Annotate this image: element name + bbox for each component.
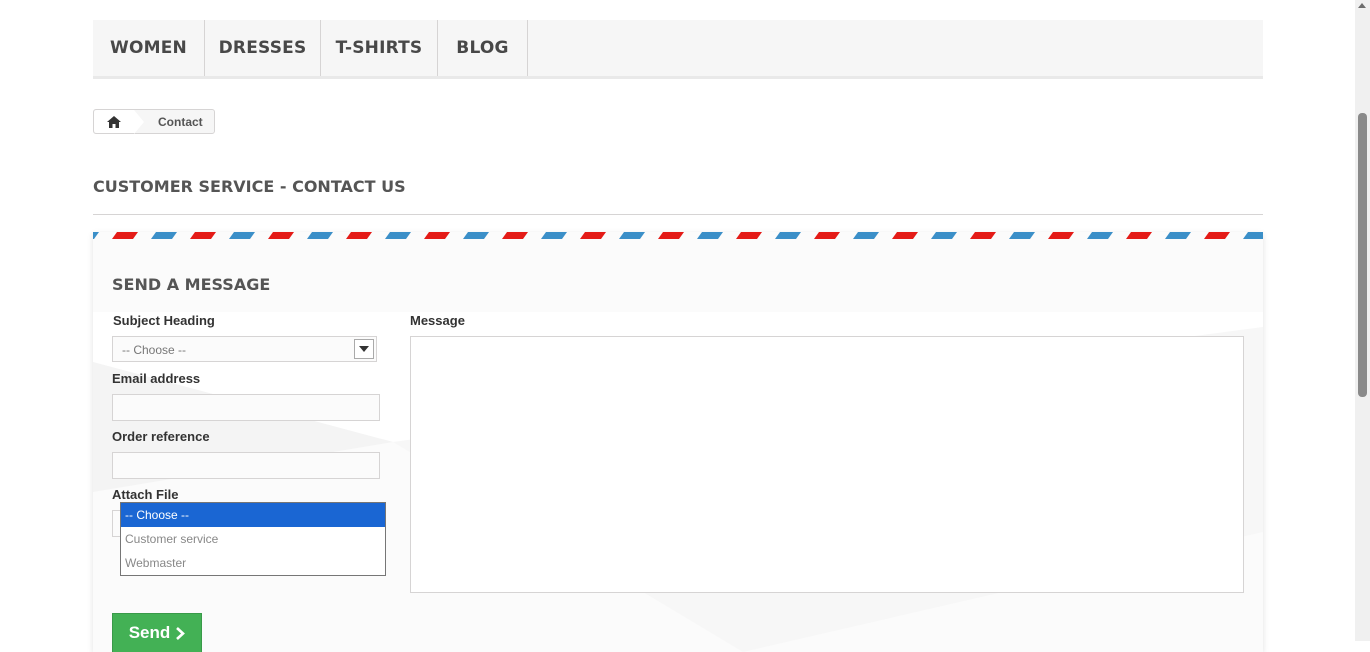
order-reference-field[interactable]: [112, 452, 380, 479]
breadcrumb: Contact: [93, 109, 215, 134]
message-textarea[interactable]: [410, 336, 1244, 593]
order-reference-label: Order reference: [112, 429, 210, 444]
stripe-segment: [1009, 232, 1035, 239]
stripe-segment: [1243, 232, 1263, 239]
email-field[interactable]: [112, 394, 380, 421]
stripe-segment: [268, 232, 294, 239]
subject-heading-value: -- Choose --: [122, 343, 187, 357]
stripe-segment: [307, 232, 333, 239]
nav-item-dresses[interactable]: DRESSES: [205, 20, 321, 76]
send-button[interactable]: Send: [112, 613, 202, 652]
stripe-segment: [1087, 232, 1113, 239]
stripe-segment: [736, 232, 762, 239]
stripe-segment: [1048, 232, 1074, 239]
stripe-segment: [190, 232, 216, 239]
top-menu: WOMEN DRESSES T-SHIRTS BLOG: [93, 20, 1263, 79]
stripe-segment: [112, 232, 138, 239]
form-title: SEND A MESSAGE: [112, 275, 271, 294]
chevron-right-icon: [176, 626, 186, 640]
stripe-segment: [970, 232, 996, 239]
contact-form-panel: SEND A MESSAGE Subject Heading -- Choose…: [93, 232, 1263, 652]
stripe-segment: [619, 232, 645, 239]
message-label: Message: [410, 313, 465, 328]
attach-file-label: Attach File: [112, 487, 179, 502]
breadcrumb-home-link[interactable]: [94, 110, 144, 134]
subject-heading-select[interactable]: -- Choose --: [112, 336, 377, 362]
stripe-segment: [580, 232, 606, 239]
subject-option-customer-service[interactable]: Customer service: [121, 527, 385, 551]
stripe-segment: [658, 232, 684, 239]
stripe-segment: [775, 232, 801, 239]
subject-heading-dropdown-list: -- Choose -- Customer service Webmaster: [120, 502, 386, 576]
stripe-segment: [814, 232, 840, 239]
stripe-segment: [385, 232, 411, 239]
subject-heading-label: Subject Heading: [113, 313, 215, 328]
email-address-label: Email address: [112, 371, 201, 386]
stripe-segment: [463, 232, 489, 239]
stripe-segment: [229, 232, 255, 239]
stripe-segment: [1126, 232, 1152, 239]
stripe-segment: [151, 232, 177, 239]
scrollbar-thumb[interactable]: [1358, 113, 1367, 397]
airmail-stripes: [93, 232, 1263, 239]
nav-item-tshirts[interactable]: T-SHIRTS: [321, 20, 438, 76]
scroll-up-arrow-icon[interactable]: [1358, 3, 1366, 8]
stripe-segment: [541, 232, 567, 239]
breadcrumb-current: Contact: [158, 114, 203, 129]
stripe-segment: [1165, 232, 1191, 239]
subject-option-choose[interactable]: -- Choose --: [121, 503, 385, 527]
stripe-segment: [93, 232, 99, 239]
page-title: CUSTOMER SERVICE - CONTACT US: [93, 177, 1263, 215]
stripe-segment: [931, 232, 957, 239]
stripe-segment: [853, 232, 879, 239]
nav-item-blog[interactable]: BLOG: [438, 20, 528, 76]
home-icon: [107, 115, 121, 128]
chevron-down-icon[interactable]: [354, 339, 374, 359]
stripe-segment: [424, 232, 450, 239]
stripe-segment: [1204, 232, 1230, 239]
send-button-label: Send: [128, 623, 171, 642]
page-scrollbar[interactable]: [1355, 0, 1370, 641]
stripe-segment: [346, 232, 372, 239]
stripe-segment: [892, 232, 918, 239]
stripe-segment: [502, 232, 528, 239]
stripe-segment: [697, 232, 723, 239]
subject-option-webmaster[interactable]: Webmaster: [121, 551, 385, 575]
nav-item-women[interactable]: WOMEN: [93, 20, 205, 76]
